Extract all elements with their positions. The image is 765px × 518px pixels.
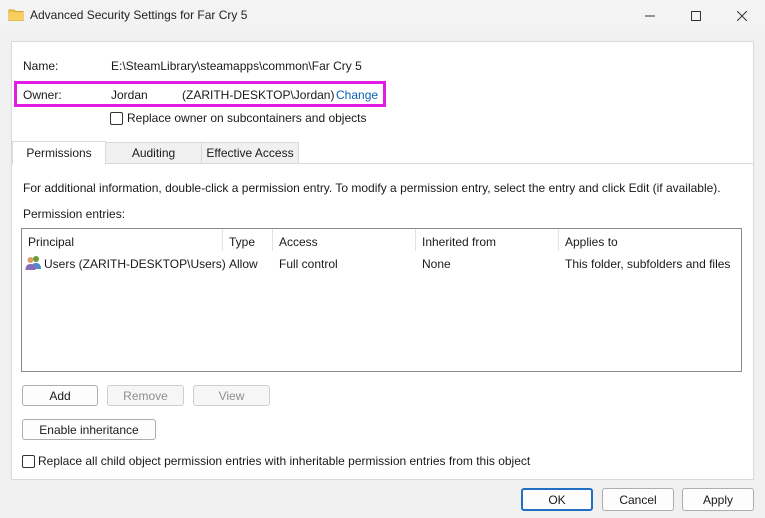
- name-label: Name:: [23, 59, 59, 73]
- replace-owner-label[interactable]: Replace owner on subcontainers and objec…: [127, 111, 366, 125]
- maximize-button[interactable]: [673, 0, 719, 31]
- view-button[interactable]: View: [193, 385, 270, 406]
- minimize-icon: [645, 15, 655, 16]
- close-button[interactable]: [719, 0, 765, 31]
- remove-button-label: Remove: [123, 388, 168, 403]
- enable-inheritance-button[interactable]: Enable inheritance: [22, 419, 156, 440]
- column-separator: [272, 229, 273, 251]
- cancel-button-label: Cancel: [619, 492, 657, 507]
- row-principal: Users (ZARITH-DESKTOP\Users): [44, 257, 226, 271]
- tab-effective-access-label: Effective Access: [206, 146, 294, 160]
- info-text: For additional information, double-click…: [23, 181, 721, 195]
- owner-label: Owner:: [23, 88, 62, 102]
- change-owner-link[interactable]: Change: [336, 88, 378, 102]
- column-header-principal[interactable]: Principal: [28, 235, 74, 249]
- row-access: Full control: [279, 257, 338, 271]
- column-header-inherited-from[interactable]: Inherited from: [422, 235, 496, 249]
- folder-icon: [8, 8, 24, 22]
- title-bar[interactable]: Advanced Security Settings for Far Cry 5: [0, 0, 765, 31]
- row-type: Allow: [229, 257, 258, 271]
- view-button-label: View: [218, 388, 245, 403]
- name-value: E:\SteamLibrary\steamapps\common\Far Cry…: [111, 59, 362, 73]
- tab-permissions[interactable]: Permissions: [12, 141, 106, 165]
- tab-auditing-label: Auditing: [131, 146, 176, 160]
- permission-entries-label: Permission entries:: [23, 207, 126, 221]
- cancel-button[interactable]: Cancel: [602, 488, 674, 511]
- add-button[interactable]: Add: [22, 385, 98, 406]
- minimize-button[interactable]: [627, 0, 673, 31]
- column-separator: [222, 229, 223, 251]
- tab-auditing[interactable]: Auditing: [105, 142, 202, 164]
- window-title: Advanced Security Settings for Far Cry 5: [30, 8, 248, 22]
- apply-button-label: Apply: [702, 492, 734, 507]
- replace-owner-checkbox[interactable]: [110, 112, 123, 125]
- close-icon: [737, 10, 747, 21]
- add-button-label: Add: [49, 388, 71, 403]
- column-header-applies-to[interactable]: Applies to: [565, 235, 618, 249]
- ok-button-label: OK: [548, 492, 566, 507]
- maximize-icon: [691, 10, 701, 21]
- owner-account: (ZARITH-DESKTOP\Jordan): [182, 88, 335, 102]
- enable-inheritance-label: Enable inheritance: [39, 422, 139, 437]
- tab-permissions-label: Permissions: [26, 146, 92, 160]
- users-group-icon: [25, 255, 42, 273]
- column-separator: [558, 229, 559, 251]
- row-applies-to: This folder, subfolders and files: [565, 257, 731, 271]
- row-inherited-from: None: [422, 257, 451, 271]
- remove-button[interactable]: Remove: [107, 385, 184, 406]
- permission-entries-list[interactable]: [21, 228, 742, 372]
- ok-button[interactable]: OK: [521, 488, 593, 511]
- replace-child-label[interactable]: Replace all child object permission entr…: [38, 454, 530, 468]
- replace-child-checkbox[interactable]: [22, 455, 35, 468]
- column-separator: [415, 229, 416, 251]
- column-header-type[interactable]: Type: [229, 235, 255, 249]
- tab-effective-access[interactable]: Effective Access: [201, 142, 299, 164]
- column-header-access[interactable]: Access: [279, 235, 318, 249]
- owner-name: Jordan: [111, 88, 148, 102]
- apply-button[interactable]: Apply: [682, 488, 754, 511]
